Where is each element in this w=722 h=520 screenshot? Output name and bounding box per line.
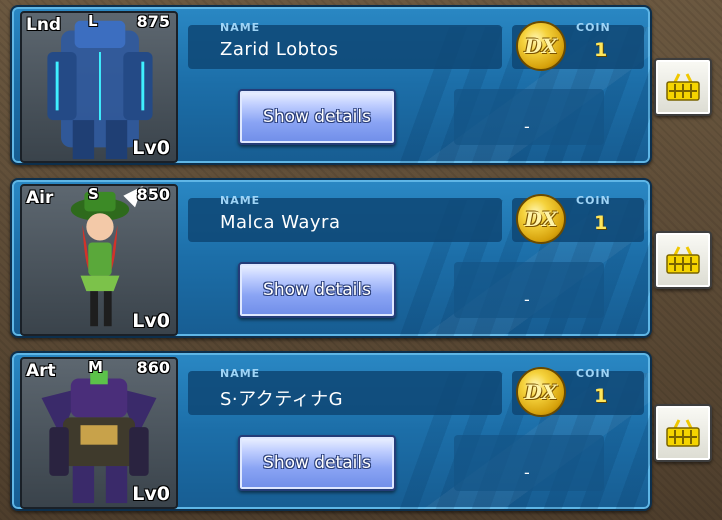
coin-value: 1: [594, 212, 608, 234]
unit-name: S·アクティナG: [220, 389, 344, 410]
unit-portrait[interactable]: Art M 860 Lv0: [20, 357, 178, 509]
coin-label: COIN: [576, 21, 611, 34]
extra-value: -: [524, 117, 530, 136]
dx-coin-icon: DX: [516, 21, 566, 71]
unit-name: Malca Wayra: [220, 212, 341, 233]
extra-value: -: [524, 463, 530, 482]
unit-level: Lv0: [132, 483, 170, 505]
basket-icon: [666, 246, 700, 274]
unit-type: Air: [26, 188, 54, 208]
show-details-button[interactable]: Show details: [238, 435, 396, 491]
extra-value: -: [524, 290, 530, 309]
unit-list: Lnd L 875 Lv0 NAME Zarid Lobtos Show det…: [0, 0, 722, 520]
unit-level: Lv0: [132, 137, 170, 159]
name-label: NAME: [220, 194, 261, 207]
dx-coin-icon: DX: [516, 194, 566, 244]
unit-rank: L: [88, 12, 98, 30]
coin-value: 1: [594, 385, 608, 407]
coin-label: COIN: [576, 367, 611, 380]
unit-type: Lnd: [26, 15, 62, 35]
unit-type: Art: [26, 361, 56, 381]
show-details-button[interactable]: Show details: [238, 262, 396, 318]
basket-button[interactable]: [654, 58, 712, 116]
name-label: NAME: [220, 21, 261, 34]
coin-value: 1: [594, 39, 608, 61]
unit-portrait[interactable]: Air S 850 Lv0: [20, 184, 178, 336]
unit-cost: 850: [136, 185, 170, 204]
unit-card: Air S 850 Lv0 NAME Malca Wayra Show deta…: [10, 178, 652, 338]
unit-card: Art M 860 Lv0 NAME S·アクティナG Show details…: [10, 351, 652, 511]
unit-level: Lv0: [132, 310, 170, 332]
unit-cost: 860: [136, 358, 170, 377]
unit-rank: S: [88, 185, 99, 203]
basket-button[interactable]: [654, 231, 712, 289]
dx-coin-icon: DX: [516, 367, 566, 417]
unit-name: Zarid Lobtos: [220, 39, 339, 60]
unit-card: Lnd L 875 Lv0 NAME Zarid Lobtos Show det…: [10, 5, 652, 165]
show-details-button[interactable]: Show details: [238, 89, 396, 145]
coin-label: COIN: [576, 194, 611, 207]
name-label: NAME: [220, 367, 261, 380]
unit-rank: M: [88, 358, 103, 376]
unit-portrait[interactable]: Lnd L 875 Lv0: [20, 11, 178, 163]
basket-button[interactable]: [654, 404, 712, 462]
basket-icon: [666, 73, 700, 101]
basket-icon: [666, 419, 700, 447]
unit-cost: 875: [136, 12, 170, 31]
